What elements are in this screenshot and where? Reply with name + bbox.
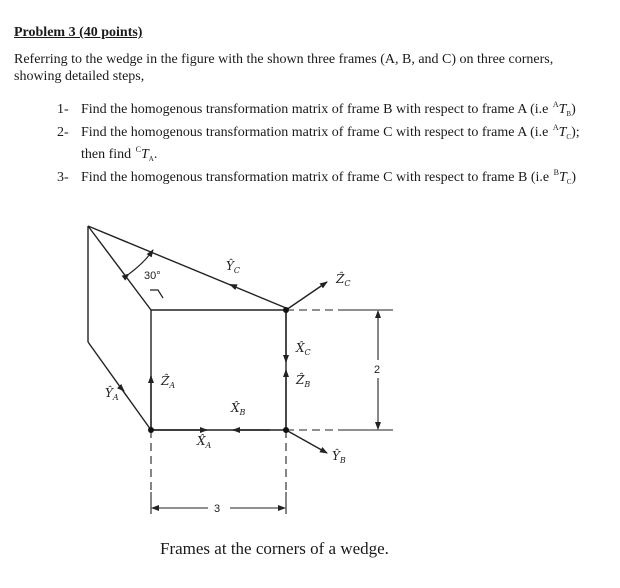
wedge-figure: 30° 3 2 ŶA ẐA X̂A X̂B ẐB ŶB ŶC ẐC X̂C bbox=[87, 225, 393, 515]
label-ZC: ẐC bbox=[335, 271, 350, 288]
label-XC: X̂C bbox=[295, 340, 311, 357]
label-ZB: ẐB bbox=[295, 372, 310, 389]
axis-YB-arrow bbox=[285, 429, 328, 454]
figure-caption: Frames at the corners of a wedge. bbox=[160, 539, 389, 558]
origin-C bbox=[283, 307, 289, 313]
label-YA: ŶA bbox=[105, 385, 119, 402]
label-ZA: ẐA bbox=[160, 373, 175, 390]
wedge-edge-top bbox=[87, 225, 287, 309]
label-XA: X̂A bbox=[196, 433, 212, 450]
dimension-width-label: 3 bbox=[214, 503, 220, 515]
label-XB: X̂B bbox=[230, 400, 246, 417]
dimension-height-label: 2 bbox=[374, 364, 380, 376]
label-YC: ŶC bbox=[226, 258, 240, 275]
wedge-edge-bottom-left bbox=[87, 341, 152, 431]
axis-ZC-arrow bbox=[285, 281, 328, 311]
angle-label: 30° bbox=[144, 270, 161, 282]
origin-B bbox=[283, 427, 289, 433]
origin-A bbox=[148, 427, 154, 433]
right-angle-mark bbox=[150, 289, 164, 299]
label-YB: ŶB bbox=[332, 448, 346, 465]
